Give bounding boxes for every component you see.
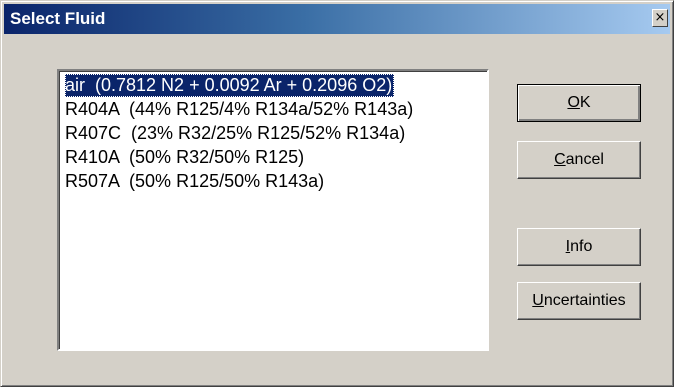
select-fluid-dialog: Select Fluid × air (0.7812 N2 + 0.0092 A… (0, 0, 674, 387)
list-item[interactable]: R410A (50% R32/50% R125) (65, 146, 306, 169)
cancel-accelerator: C (554, 151, 566, 168)
fluid-listbox[interactable]: air (0.7812 N2 + 0.0092 Ar + 0.2096 O2) … (57, 69, 489, 351)
dialog-title: Select Fluid (10, 9, 106, 28)
info-button[interactable]: Info (517, 228, 641, 266)
title-bar[interactable]: Select Fluid × (4, 4, 670, 34)
cancel-button[interactable]: Cancel (517, 141, 641, 179)
close-button[interactable]: × (652, 9, 668, 27)
close-icon: × (654, 10, 666, 25)
info-label-rest: nfo (570, 238, 593, 255)
uncertainties-label-rest: ncertainties (543, 292, 626, 309)
cancel-label-rest: ancel (565, 151, 604, 168)
ok-button[interactable]: OK (517, 84, 641, 122)
ok-accelerator: O (567, 94, 580, 111)
uncertainties-button[interactable]: Uncertainties (517, 282, 641, 320)
list-item[interactable]: air (0.7812 N2 + 0.0092 Ar + 0.2096 O2) (65, 74, 395, 97)
ok-label-rest: K (579, 94, 591, 111)
list-item[interactable]: R507A (50% R125/50% R143a) (65, 170, 326, 193)
uncertainties-accelerator: U (532, 292, 544, 309)
list-item[interactable]: R404A (44% R125/4% R134a/52% R143a) (65, 98, 415, 121)
list-item[interactable]: R407C (23% R32/25% R125/52% R134a) (65, 122, 407, 145)
